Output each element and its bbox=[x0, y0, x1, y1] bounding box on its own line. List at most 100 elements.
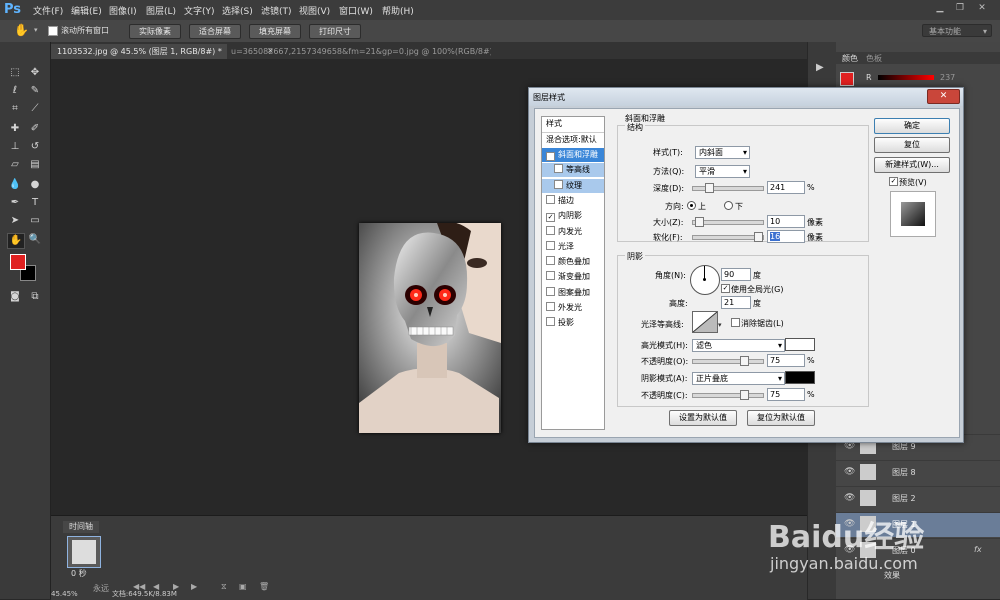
dialog-close-icon[interactable]: ✕ bbox=[927, 89, 960, 104]
reset-button[interactable]: 复位 bbox=[874, 137, 950, 153]
menu-layer[interactable]: 图层(L) bbox=[146, 4, 176, 17]
angle-input[interactable]: 90 bbox=[721, 268, 751, 281]
style-item-checkbox[interactable]: ✓ bbox=[546, 152, 555, 161]
quick-select-tool-icon[interactable]: ✎ bbox=[27, 84, 43, 98]
marquee-tool-icon[interactable]: ⬚ bbox=[7, 66, 23, 80]
soften-input[interactable]: 16 bbox=[767, 230, 805, 243]
direction-up-radio[interactable] bbox=[687, 201, 696, 210]
style-item[interactable]: 投影 bbox=[542, 316, 604, 330]
workspace-select[interactable]: 基本功能 ▾ bbox=[922, 24, 992, 37]
opacity1-slider[interactable] bbox=[692, 356, 764, 366]
quick-mask-icon[interactable]: ◙ bbox=[7, 290, 23, 304]
layer-row[interactable]: 👁 图层 2 bbox=[836, 486, 1000, 511]
contour-chevron-icon[interactable]: ▾ bbox=[718, 321, 722, 329]
style-item[interactable]: 图案叠加 bbox=[542, 286, 604, 300]
fx-icon[interactable]: fx bbox=[974, 545, 982, 554]
style-select[interactable]: 内斜面 bbox=[695, 146, 750, 159]
ok-button[interactable]: 确定 bbox=[874, 118, 950, 134]
r-channel-slider[interactable] bbox=[878, 75, 934, 80]
shape-tool-icon[interactable]: ▭ bbox=[27, 214, 43, 228]
style-item-checkbox[interactable] bbox=[546, 240, 555, 250]
menu-edit[interactable]: 编辑(E) bbox=[71, 4, 102, 17]
reset-default-button[interactable]: 复位为默认值 bbox=[747, 410, 815, 426]
style-item-checkbox[interactable] bbox=[546, 271, 555, 281]
dialog-titlebar[interactable]: 图层样式 ✕ bbox=[529, 88, 963, 106]
new-style-button[interactable]: 新建样式(W)... bbox=[874, 157, 950, 173]
global-light-checkbox[interactable]: ✓ bbox=[721, 284, 730, 293]
highlight-mode-select[interactable]: 滤色 bbox=[692, 339, 785, 352]
fit-screen-button[interactable]: 适合屏幕 bbox=[189, 24, 241, 39]
style-item[interactable]: 纹理 bbox=[542, 178, 604, 193]
color-panel-foreground[interactable] bbox=[840, 72, 854, 86]
animation-frame[interactable] bbox=[67, 536, 101, 568]
healing-tool-icon[interactable]: ✚ bbox=[7, 122, 23, 136]
style-item[interactable]: 光泽 bbox=[542, 240, 604, 254]
preview-checkbox[interactable]: ✓ bbox=[889, 177, 898, 186]
opacity1-slider-thumb[interactable] bbox=[739, 356, 749, 366]
style-item[interactable]: 颜色叠加 bbox=[542, 255, 604, 269]
style-item-checkbox[interactable] bbox=[554, 179, 563, 189]
menu-type[interactable]: 文字(Y) bbox=[184, 4, 215, 17]
tab-color[interactable]: 颜色 bbox=[842, 53, 858, 64]
scroll-all-checkbox[interactable] bbox=[48, 26, 58, 37]
tab-document-2[interactable]: u=365082667,2157349658&fm=21&gp=0.jpg @ … bbox=[225, 44, 491, 59]
angle-dial[interactable] bbox=[690, 265, 720, 295]
tool-preset-chevron-icon[interactable]: ▾ bbox=[34, 26, 38, 34]
move-tool-icon[interactable]: ✥ bbox=[27, 66, 43, 80]
style-item[interactable]: 外发光 bbox=[542, 301, 604, 315]
style-item[interactable]: ✓ 斜面和浮雕 bbox=[542, 148, 604, 162]
depth-input[interactable]: 241 bbox=[767, 181, 805, 194]
hand-tool-icon[interactable]: ✋ bbox=[14, 23, 29, 37]
r-channel-value[interactable]: 237 bbox=[940, 73, 955, 82]
menu-view[interactable]: 视图(V) bbox=[299, 4, 330, 17]
direction-down-radio[interactable] bbox=[724, 201, 733, 210]
style-item-checkbox[interactable] bbox=[546, 286, 555, 296]
screen-mode-icon[interactable]: ⧉ bbox=[27, 290, 43, 304]
pen-tool-icon[interactable]: ✒ bbox=[7, 196, 23, 210]
styles-header[interactable]: 样式 bbox=[542, 117, 604, 131]
style-item-checkbox[interactable] bbox=[546, 194, 555, 204]
zoom-tool-icon[interactable]: 🔍 bbox=[27, 233, 43, 247]
crop-tool-icon[interactable]: ⌗ bbox=[7, 102, 23, 116]
antialias-checkbox[interactable] bbox=[731, 318, 740, 327]
type-tool-icon[interactable]: T bbox=[27, 196, 43, 210]
lasso-tool-icon[interactable]: ℓ bbox=[7, 84, 23, 98]
style-item[interactable]: 描边 bbox=[542, 194, 604, 208]
dodge-tool-icon[interactable]: ● bbox=[27, 178, 43, 192]
delete-frame-icon[interactable]: 🗑 bbox=[259, 582, 269, 591]
style-item-checkbox[interactable] bbox=[546, 256, 555, 266]
play-action-icon[interactable]: ▶ bbox=[816, 62, 824, 73]
menu-help[interactable]: 帮助(H) bbox=[382, 4, 414, 17]
blend-options-item[interactable]: 混合选项:默认 bbox=[542, 132, 604, 146]
tab-document-1[interactable]: 1103532.jpg @ 45.5% (图层 1, RGB/8#) * bbox=[51, 44, 227, 59]
opacity2-slider[interactable] bbox=[692, 390, 764, 400]
style-item[interactable]: 渐变叠加 bbox=[542, 270, 604, 284]
menu-filter[interactable]: 滤镜(T) bbox=[261, 4, 292, 17]
visibility-eye-icon[interactable]: 👁 bbox=[844, 493, 855, 503]
shadow-color-swatch[interactable] bbox=[785, 371, 815, 384]
size-slider-thumb[interactable] bbox=[695, 217, 705, 227]
document-image[interactable] bbox=[359, 221, 501, 433]
frame-delay[interactable]: 0 秒 bbox=[71, 568, 87, 579]
menu-image[interactable]: 图像(I) bbox=[109, 4, 137, 17]
highlight-color-swatch[interactable] bbox=[785, 338, 815, 351]
opacity1-input[interactable]: 75 bbox=[767, 354, 805, 367]
menu-window[interactable]: 窗口(W) bbox=[339, 4, 373, 17]
depth-slider-thumb[interactable] bbox=[705, 183, 715, 193]
style-item-checkbox[interactable] bbox=[546, 317, 555, 327]
eyedropper-tool-icon[interactable]: ⟋ bbox=[27, 102, 43, 116]
timeline-tab[interactable]: 时间轴 bbox=[63, 521, 99, 533]
shadow-mode-select[interactable]: 正片叠底 bbox=[692, 372, 785, 385]
opacity2-slider-thumb[interactable] bbox=[739, 390, 749, 400]
soften-slider[interactable] bbox=[692, 232, 764, 242]
size-slider[interactable] bbox=[692, 217, 764, 227]
gloss-contour-picker[interactable] bbox=[692, 311, 718, 333]
path-select-tool-icon[interactable]: ➤ bbox=[7, 214, 23, 228]
history-brush-tool-icon[interactable]: ↺ bbox=[27, 140, 43, 154]
soften-slider-thumb[interactable] bbox=[753, 232, 763, 242]
layer-row[interactable]: 👁 图层 8 bbox=[836, 460, 1000, 485]
actual-pixels-button[interactable]: 实际像素 bbox=[129, 24, 181, 39]
brush-tool-icon[interactable]: ✐ bbox=[27, 122, 43, 136]
hand-tool-icon-active[interactable]: ✋ bbox=[7, 233, 25, 249]
menu-select[interactable]: 选择(S) bbox=[222, 4, 253, 17]
